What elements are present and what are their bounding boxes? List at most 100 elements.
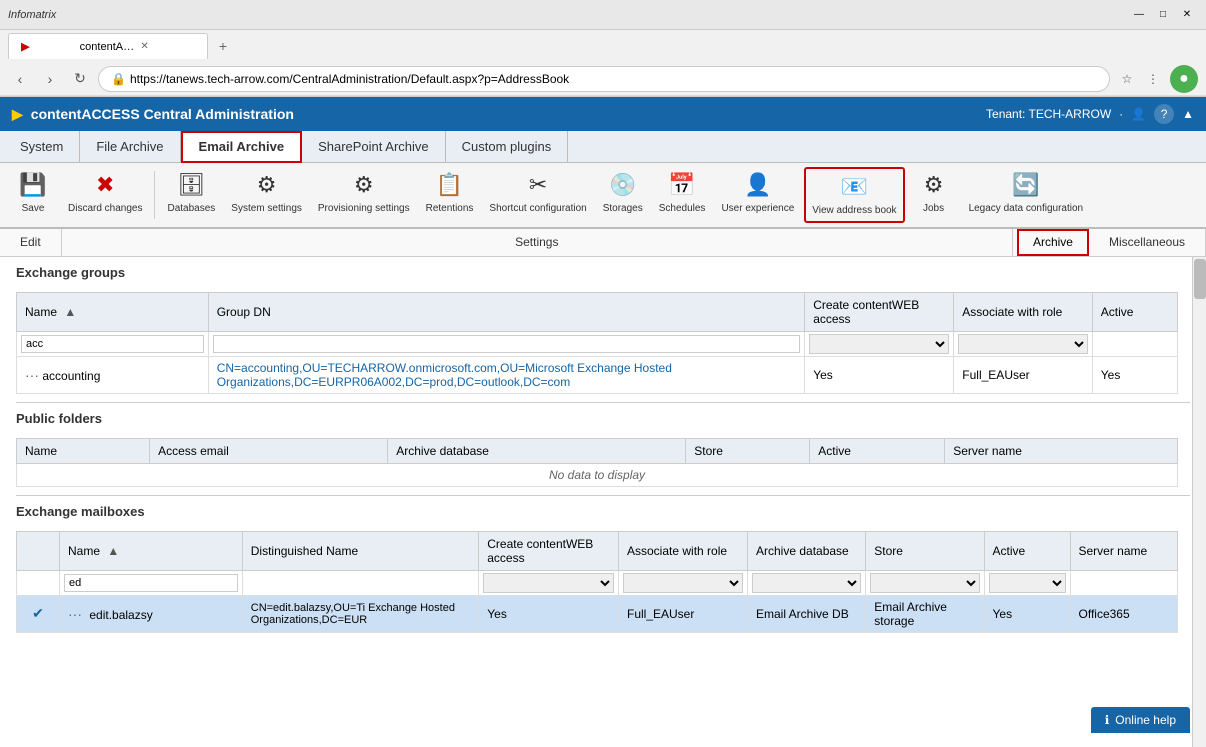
filter-eg-dn-cell: [208, 331, 804, 356]
browser-tab[interactable]: ▶ contentACCESS Central Adm... ✕: [8, 33, 208, 59]
filter-eg-cw-select[interactable]: [809, 334, 949, 354]
checkbox-checked-icon[interactable]: ✔: [32, 605, 44, 621]
th-em-store[interactable]: Store: [866, 531, 984, 570]
refresh-btn[interactable]: ↻: [68, 67, 92, 91]
maximize-btn[interactable]: □: [1152, 4, 1174, 26]
exchange-mailboxes-table: Name ▲ Distinguished Name Create content…: [16, 531, 1178, 633]
minimize-btn[interactable]: —: [1128, 4, 1150, 26]
filter-em-check-cell: [17, 570, 60, 595]
tab-system[interactable]: System: [4, 131, 80, 163]
schedules-button[interactable]: 📅 Schedules: [653, 167, 712, 219]
system-settings-button[interactable]: ⚙ System settings: [225, 167, 308, 219]
subbar-settings[interactable]: Settings: [62, 229, 1013, 256]
th-pf-access-email[interactable]: Access email: [150, 438, 388, 463]
schedules-icon: 📅: [668, 171, 695, 200]
retentions-label: Retentions: [426, 202, 474, 215]
legacy-data-label: Legacy data configuration: [969, 202, 1084, 215]
th-em-assoc-role[interactable]: Associate with role: [619, 531, 748, 570]
th-pf-name[interactable]: Name: [17, 438, 150, 463]
th-em-archive-db[interactable]: Archive database: [748, 531, 866, 570]
em-more-btn[interactable]: ···: [68, 606, 82, 622]
filter-em-role-select[interactable]: [623, 573, 743, 593]
tab-email-archive[interactable]: Email Archive: [181, 131, 303, 163]
filter-eg-dn[interactable]: [213, 335, 800, 353]
eg-dn-link[interactable]: CN=accounting,OU=TECHARROW.onmicrosoft.c…: [217, 361, 672, 389]
shortcut-config-button[interactable]: ✂ Shortcut configuration: [483, 167, 592, 219]
browser-settings-icon[interactable]: ⋮: [1142, 68, 1164, 90]
em-name-cell: ··· edit.balazsy: [60, 595, 243, 632]
th-em-dn[interactable]: Distinguished Name: [242, 531, 479, 570]
filter-em-store-cell: [866, 570, 984, 595]
filter-eg-role-select[interactable]: [958, 334, 1087, 354]
subbar: Edit Settings Archive Miscellaneous: [0, 229, 1206, 257]
filter-eg-name[interactable]: [21, 335, 204, 353]
legacy-data-button[interactable]: 🔄 Legacy data configuration: [963, 167, 1090, 219]
th-eg-group-dn[interactable]: Group DN: [208, 292, 804, 331]
provisioning-settings-button[interactable]: ⚙ Provisioning settings: [312, 167, 416, 219]
tab-sharepoint-archive[interactable]: SharePoint Archive: [302, 131, 446, 163]
filter-em-store-select[interactable]: [870, 573, 979, 593]
jobs-button[interactable]: ⚙ Jobs: [909, 167, 959, 219]
th-eg-name[interactable]: Name ▲: [17, 292, 209, 331]
user-exp-label: User experience: [721, 202, 794, 215]
th-pf-server[interactable]: Server name: [945, 438, 1178, 463]
close-btn[interactable]: ✕: [1176, 4, 1198, 26]
th-em-cw-access[interactable]: Create contentWEB access: [479, 531, 619, 570]
databases-button[interactable]: 🗄 Databases: [161, 167, 221, 219]
filter-em-cw-select[interactable]: [483, 573, 614, 593]
address-bar[interactable]: 🔒 https://tanews.tech-arrow.com/CentralA…: [98, 66, 1110, 92]
sort-asc-icon-em: ▲: [107, 544, 119, 558]
user-experience-button[interactable]: 👤 User experience: [715, 167, 800, 219]
tab-custom-plugins[interactable]: Custom plugins: [446, 131, 569, 163]
filter-em-archdb-cell: [748, 570, 866, 595]
filter-eg-name-cell: [17, 331, 209, 356]
discard-icon: ✖: [96, 171, 114, 200]
save-button[interactable]: 💾 Save: [8, 167, 58, 219]
extension-btn[interactable]: ●: [1170, 65, 1198, 93]
th-eg-assoc-role[interactable]: Associate with role: [954, 292, 1092, 331]
scroll-up-arrow[interactable]: ▲: [1182, 107, 1194, 121]
exchange-mailboxes-filter-row: [17, 570, 1178, 595]
th-pf-archive-db[interactable]: Archive database: [388, 438, 686, 463]
th-pf-store[interactable]: Store: [686, 438, 810, 463]
subbar-edit[interactable]: Edit: [0, 229, 62, 256]
th-em-active[interactable]: Active: [984, 531, 1070, 570]
filter-em-active-select[interactable]: [989, 573, 1066, 593]
th-em-name[interactable]: Name ▲: [60, 531, 243, 570]
tab-file-archive[interactable]: File Archive: [80, 131, 180, 163]
filter-em-name[interactable]: [64, 574, 238, 592]
th-eg-active[interactable]: Active: [1092, 292, 1177, 331]
th-eg-cw-access[interactable]: Create contentWEB access: [805, 292, 954, 331]
back-btn[interactable]: ‹: [8, 67, 32, 91]
table-row[interactable]: ··· accounting CN=accounting,OU=TECHARRO…: [17, 356, 1178, 393]
online-help-btn[interactable]: ℹ Online help: [1091, 707, 1190, 733]
view-address-book-button[interactable]: 📧 View address book: [804, 167, 904, 223]
new-tab-btn[interactable]: +: [212, 35, 234, 57]
storages-button[interactable]: 💿 Storages: [597, 167, 649, 219]
em-server-cell: Office365: [1070, 595, 1178, 632]
shortcut-label: Shortcut configuration: [489, 202, 586, 215]
table-row[interactable]: ✔ ··· edit.balazsy CN=edit.balazsy,OU=Ti…: [17, 595, 1178, 632]
em-store-cell: Email Archive storage: [866, 595, 984, 632]
subbar-archive[interactable]: Archive: [1017, 229, 1089, 256]
th-em-checkbox[interactable]: [17, 531, 60, 570]
subbar-miscellaneous[interactable]: Miscellaneous: [1089, 229, 1206, 256]
eg-more-btn[interactable]: ···: [25, 367, 39, 383]
em-check-cell: ✔: [17, 595, 60, 632]
scrollbar[interactable]: [1192, 257, 1206, 747]
user-icon[interactable]: 👤: [1131, 107, 1146, 121]
filter-em-active-cell: [984, 570, 1070, 595]
filter-em-archdb-select[interactable]: [752, 573, 861, 593]
th-pf-active[interactable]: Active: [810, 438, 945, 463]
forward-btn[interactable]: ›: [38, 67, 62, 91]
scrollbar-thumb[interactable]: [1194, 259, 1206, 299]
databases-icon: 🗄: [177, 171, 205, 200]
retentions-button[interactable]: 📋 Retentions: [420, 167, 480, 219]
jobs-icon: ⚙: [924, 171, 944, 200]
tab-close-btn[interactable]: ✕: [140, 41, 195, 52]
app-logo-icon: ▶: [12, 106, 23, 123]
discard-button[interactable]: ✖ Discard changes: [62, 167, 148, 219]
help-btn[interactable]: ?: [1154, 104, 1174, 124]
th-em-server[interactable]: Server name: [1070, 531, 1178, 570]
bookmark-icon[interactable]: ☆: [1116, 68, 1138, 90]
